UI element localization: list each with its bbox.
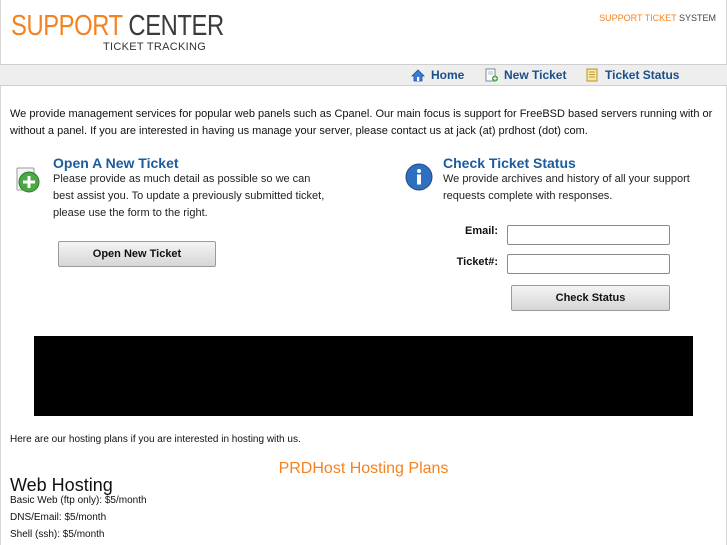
logo-word-center: CENTER [128, 10, 224, 42]
check-status-button[interactable]: Check Status [511, 285, 670, 311]
nav-bar: Home New Ticket Ticket Status [0, 64, 727, 86]
redacted-banner [34, 336, 693, 416]
email-label: Email: [464, 225, 498, 237]
add-icon [16, 167, 40, 193]
open-ticket-title: Open A New Ticket [53, 155, 179, 171]
nav-new-ticket[interactable]: New Ticket [485, 68, 566, 82]
nav-ticket-status[interactable]: Ticket Status [586, 68, 679, 82]
open-new-ticket-button[interactable]: Open New Ticket [58, 241, 216, 267]
nav-ticket-status-label: Ticket Status [605, 68, 680, 82]
plans-intro: Here are our hosting plans if you are in… [10, 434, 301, 445]
nav-home[interactable]: Home [411, 68, 464, 82]
logo-subtitle: TICKET TRACKING [103, 41, 207, 53]
new-ticket-icon [485, 68, 498, 82]
open-ticket-description: Please provide as much detail as possibl… [53, 173, 325, 219]
web-hosting-heading: Web Hosting [10, 475, 113, 495]
plan-item: DNS/Email: $5/month [10, 512, 107, 523]
logo[interactable]: SUPPORT CENTER [11, 12, 224, 41]
plan-item: Shell (ssh): $5/month [10, 529, 105, 540]
check-status-title: Check Ticket Status [443, 155, 576, 171]
intro-text: We provide management services for popul… [10, 108, 713, 137]
check-status-description: We provide archives and history of all y… [443, 173, 690, 202]
ticket-number-field[interactable] [507, 254, 670, 274]
home-icon [411, 68, 425, 81]
email-field[interactable] [507, 225, 670, 245]
system-label: SUPPORT TICKET SYSTEM [599, 13, 716, 23]
logo-word-support: SUPPORT [11, 10, 123, 42]
plan-item: Basic Web (ftp only): $5/month [10, 495, 147, 506]
system-label-accent: SUPPORT TICKET [599, 13, 677, 23]
info-icon [405, 163, 433, 191]
nav-home-label: Home [431, 68, 465, 82]
nav-new-ticket-label: New Ticket [504, 68, 567, 82]
system-label-rest: SYSTEM [678, 13, 716, 23]
ticket-number-label: Ticket#: [456, 256, 498, 268]
header: SUPPORT CENTER TICKET TRACKING SUPPORT T… [0, 0, 727, 64]
ticket-status-icon [586, 68, 598, 82]
